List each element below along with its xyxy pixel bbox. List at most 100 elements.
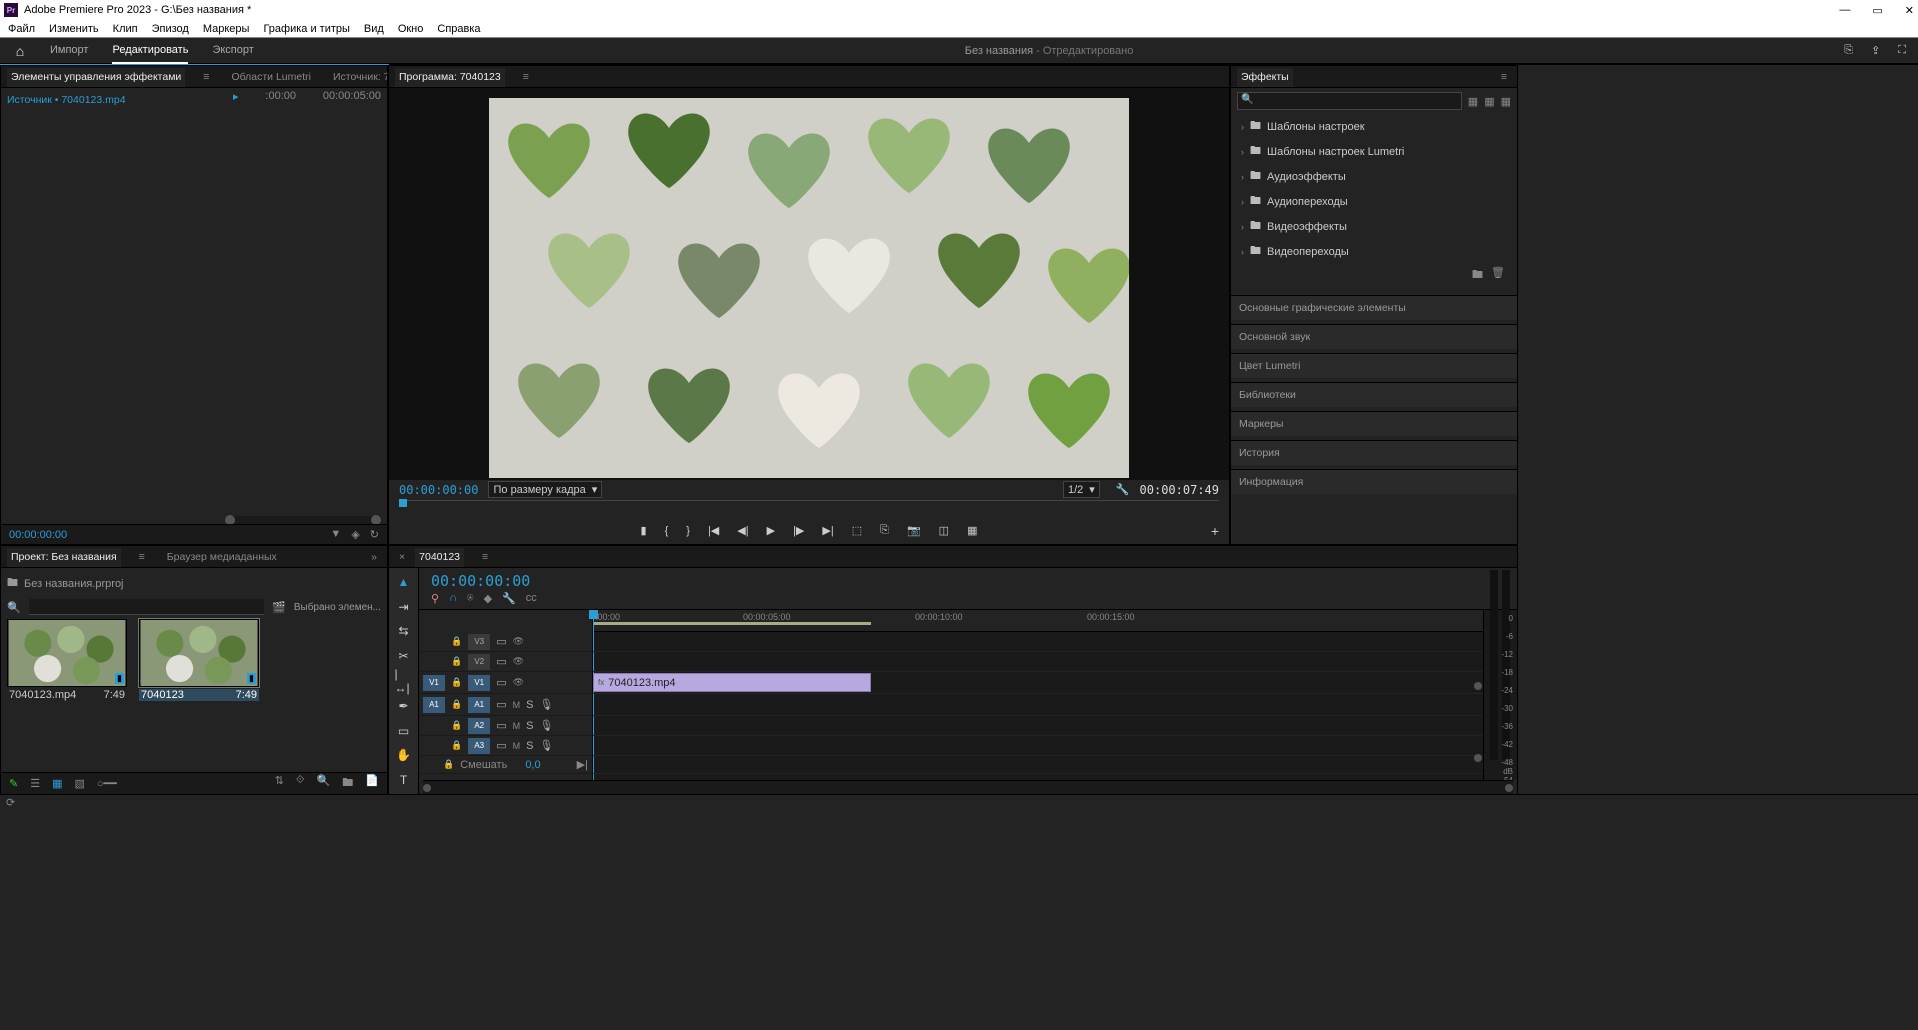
extract-icon[interactable]: ⎘ bbox=[880, 524, 889, 537]
menu-clip[interactable]: Клип bbox=[113, 23, 138, 35]
ws-tab-export[interactable]: Экспорт bbox=[212, 38, 253, 64]
hand-tool-icon[interactable]: ✋ bbox=[395, 747, 413, 764]
fit-dropdown[interactable]: По размеру кадра▾ bbox=[488, 481, 602, 498]
subpanel-lumetri[interactable]: Цвет Lumetri bbox=[1231, 353, 1517, 378]
new-bin-icon[interactable]: 🖿 bbox=[1472, 266, 1483, 285]
home-icon[interactable]: ⌂ bbox=[0, 43, 40, 59]
program-playhead[interactable] bbox=[399, 499, 407, 507]
quick-export-icon[interactable]: ⎘ bbox=[1844, 44, 1853, 57]
program-video-frame[interactable] bbox=[389, 88, 1229, 480]
tab-media-browser[interactable]: Браузер медиаданных bbox=[163, 548, 281, 566]
panel-menu-icon[interactable]: ≡ bbox=[1497, 68, 1511, 86]
track-header-v2[interactable]: 🔒V2▭👁 bbox=[419, 652, 592, 672]
menu-file[interactable]: Файл bbox=[8, 23, 35, 35]
tab-program[interactable]: Программа: 7040123 bbox=[395, 68, 505, 87]
ec-scrollbar[interactable] bbox=[225, 516, 381, 524]
tree-video-effects[interactable]: ›🖿Видеоэффекты bbox=[1237, 214, 1511, 239]
subpanel-sound[interactable]: Основной звук bbox=[1231, 324, 1517, 349]
track-header-mix[interactable]: 🔒Смешать0,0▶| bbox=[419, 756, 592, 774]
tree-audio-transitions[interactable]: ›🖿Аудиопереходы bbox=[1237, 189, 1511, 214]
menu-window[interactable]: Окно bbox=[398, 23, 424, 35]
project-item-clip[interactable]: ▮ 7040123.mp47:49 bbox=[7, 619, 127, 701]
slip-tool-icon[interactable]: |↔| bbox=[395, 672, 413, 690]
panel-menu-icon[interactable]: ≡ bbox=[135, 548, 149, 566]
write-icon[interactable]: ✎ bbox=[9, 777, 18, 790]
lane-v1[interactable]: fx7040123.mp4 bbox=[593, 672, 1483, 694]
pen-tool-icon[interactable]: ✒ bbox=[395, 698, 413, 715]
lane-a1[interactable] bbox=[593, 694, 1483, 716]
subpanel-info[interactable]: Информация bbox=[1231, 469, 1517, 494]
selection-tool-icon[interactable]: ▲ bbox=[395, 574, 413, 591]
minimize-button[interactable]: — bbox=[1839, 4, 1850, 17]
track-header-a1[interactable]: A1🔒A1▭MS🎙 bbox=[419, 694, 592, 716]
tab-lumetri-scopes[interactable]: Области Lumetri bbox=[227, 68, 315, 86]
overflow-icon[interactable]: » bbox=[367, 548, 381, 566]
tree-video-transitions[interactable]: ›🖿Видеопереходы bbox=[1237, 239, 1511, 264]
fullscreen-icon[interactable]: ⛶ bbox=[1898, 44, 1906, 57]
bin-icon[interactable]: 🖿 bbox=[7, 574, 18, 593]
cc-icon[interactable]: cc bbox=[526, 592, 537, 605]
ripple-tool-icon[interactable]: ⇆ bbox=[395, 623, 413, 640]
new-bin-icon[interactable]: 🖿 bbox=[342, 774, 353, 793]
lane-a2[interactable] bbox=[593, 716, 1483, 736]
preset-icon-3[interactable]: ▦ bbox=[1501, 95, 1511, 108]
settings-icon[interactable]: ◆ bbox=[484, 592, 492, 605]
panel-menu-icon[interactable]: ≡ bbox=[519, 68, 533, 86]
tab-project[interactable]: Проект: Без названия bbox=[7, 548, 121, 567]
type-tool-icon[interactable]: T bbox=[395, 772, 413, 789]
ec-timecode[interactable]: 00:00:00:00 bbox=[9, 529, 67, 541]
menu-help[interactable]: Справка bbox=[437, 23, 480, 35]
panel-menu-icon[interactable]: ≡ bbox=[199, 68, 213, 86]
keyframe-icon[interactable]: ◈ bbox=[351, 528, 359, 541]
new-item-icon[interactable]: 📄 bbox=[365, 774, 379, 793]
program-timecode-left[interactable]: 00:00:00:00 bbox=[399, 483, 478, 497]
lane-mix[interactable] bbox=[593, 756, 1483, 774]
icon-view-icon[interactable]: ▦ bbox=[52, 777, 62, 790]
clapperboard-icon[interactable]: 🎬 bbox=[272, 601, 286, 614]
share-icon[interactable]: ⇪ bbox=[1871, 44, 1880, 57]
menu-graphics[interactable]: Графика и титры bbox=[263, 23, 349, 35]
razor-tool-icon[interactable]: ✂ bbox=[395, 648, 413, 665]
ws-tab-edit[interactable]: Редактировать bbox=[112, 38, 188, 64]
list-view-icon[interactable]: ☰ bbox=[30, 777, 40, 790]
menu-view[interactable]: Вид bbox=[364, 23, 384, 35]
preset-icon-2[interactable]: ▦ bbox=[1484, 95, 1494, 108]
settings-icon[interactable]: 🔧 bbox=[1116, 483, 1130, 496]
out-bracket-icon[interactable]: } bbox=[686, 525, 690, 537]
filter-icon[interactable]: ▼ bbox=[330, 528, 341, 541]
ws-tab-import[interactable]: Импорт bbox=[50, 38, 88, 64]
go-to-out-icon[interactable]: ▶| bbox=[822, 524, 833, 537]
maximize-button[interactable]: ▭ bbox=[1872, 4, 1882, 17]
lift-icon[interactable]: ⬚ bbox=[852, 524, 862, 537]
panel-menu-icon[interactable]: ≡ bbox=[478, 548, 492, 566]
tab-effects[interactable]: Эффекты bbox=[1237, 68, 1293, 87]
project-search-input[interactable] bbox=[29, 599, 264, 615]
tree-audio-effects[interactable]: ›🖿Аудиоэффекты bbox=[1237, 164, 1511, 189]
tab-source[interactable]: Источник: 7040123.т bbox=[329, 68, 388, 86]
resolution-dropdown[interactable]: 1/2▾ bbox=[1063, 481, 1100, 498]
status-sync-icon[interactable]: ⟳ bbox=[6, 796, 15, 809]
wrench-icon[interactable]: 🔧 bbox=[502, 592, 516, 605]
project-item-sequence[interactable]: ▮ 70401237:49 bbox=[139, 619, 259, 701]
lane-a3[interactable] bbox=[593, 736, 1483, 756]
track-header-v3[interactable]: 🔒V3▭👁 bbox=[419, 632, 592, 652]
freeform-icon[interactable]: ▧ bbox=[75, 777, 85, 790]
marker-icon[interactable]: ⍟ bbox=[467, 592, 474, 605]
track-header-a2[interactable]: 🔒A2▭MS🎙 bbox=[419, 716, 592, 736]
go-to-in-icon[interactable]: |◀ bbox=[708, 524, 719, 537]
safe-margins-icon[interactable]: ▦ bbox=[967, 524, 977, 537]
tab-timeline[interactable]: 7040123 bbox=[415, 548, 464, 567]
linked-selection-icon[interactable]: ∩ bbox=[449, 592, 457, 605]
zoom-slider[interactable]: ○━━ bbox=[97, 777, 117, 790]
menu-edit[interactable]: Изменить bbox=[49, 23, 99, 35]
timeline-ruler[interactable]: :00:00 00:00:05:00 00:00:10:00 00:00:15:… bbox=[593, 610, 1483, 632]
snap-icon[interactable]: ⚲ bbox=[431, 592, 439, 605]
sort-icon[interactable]: ⇅ bbox=[275, 774, 284, 793]
timeline-clip[interactable]: fx7040123.mp4 bbox=[593, 673, 871, 692]
lane-v3[interactable] bbox=[593, 632, 1483, 652]
timeline-vscroll[interactable] bbox=[1473, 632, 1483, 766]
lane-v2[interactable] bbox=[593, 652, 1483, 672]
program-ruler[interactable] bbox=[399, 500, 1219, 518]
tree-lumetri-presets[interactable]: ›🖿Шаблоны настроек Lumetri bbox=[1237, 139, 1511, 164]
track-header-a3[interactable]: 🔒A3▭MS🎙 bbox=[419, 736, 592, 756]
